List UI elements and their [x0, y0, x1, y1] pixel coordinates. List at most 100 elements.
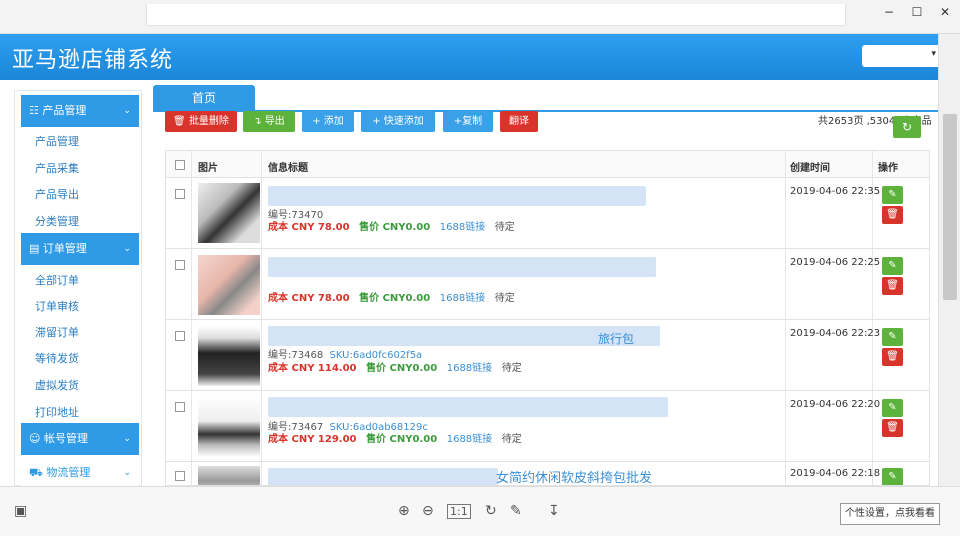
- app-title: 亚马逊店铺系统: [12, 48, 174, 73]
- quick-add-button[interactable]: + 快速添加: [361, 111, 435, 132]
- status: 待定: [501, 434, 522, 445]
- export-button[interactable]: ↴ 导出: [243, 111, 295, 132]
- created-date: 2019-04-06 22:25: [790, 257, 881, 268]
- source-link[interactable]: 1688链接: [440, 293, 485, 304]
- row-checkbox[interactable]: [175, 402, 185, 412]
- sidebar-item-product-export[interactable]: 产品导出: [35, 186, 79, 202]
- product-thumbnail[interactable]: [198, 326, 260, 386]
- sidebar-item-print-address[interactable]: 打印地址: [35, 404, 79, 420]
- trash-icon: 🗑: [173, 116, 186, 127]
- cost: 成本 CNY 114.00: [268, 363, 357, 374]
- sidebar-item-held-orders[interactable]: 滞留订单: [35, 324, 79, 340]
- product-title-blurred[interactable]: [268, 468, 498, 485]
- source-link[interactable]: 1688链接: [440, 222, 485, 233]
- source-link[interactable]: 1688链接: [447, 434, 492, 445]
- zoom-in-icon[interactable]: ⊕: [398, 503, 410, 519]
- grid-icon: ☷: [29, 104, 43, 117]
- product-title-blurred[interactable]: [268, 397, 668, 417]
- add-button[interactable]: + 添加: [302, 111, 354, 132]
- select-all-checkbox[interactable]: [175, 160, 185, 170]
- close-icon[interactable]: ✕: [936, 4, 954, 20]
- plus-icon: +: [372, 116, 381, 127]
- created-date: 2019-04-06 22:18: [790, 468, 881, 479]
- product-thumbnail[interactable]: [198, 255, 260, 315]
- product-thumbnail[interactable]: [198, 466, 260, 485]
- edit-icon[interactable]: ✎: [882, 186, 903, 204]
- product-title-blurred[interactable]: [268, 257, 656, 277]
- sidebar-item-product-collect[interactable]: 产品采集: [35, 160, 79, 176]
- product-meta: 成本 CNY 78.00 售价 CNY0.00 1688链接 待定: [268, 218, 515, 233]
- edit-icon[interactable]: ✎: [882, 399, 903, 417]
- maximize-icon[interactable]: ☐: [908, 4, 926, 20]
- sidebar-group-products[interactable]: ☷ 产品管理 ⌄: [21, 95, 139, 127]
- trash-icon[interactable]: 🗑: [882, 277, 903, 295]
- sidebar-group-logistics[interactable]: ⛟ 物流管理 ⌄: [21, 457, 139, 489]
- monitor-icon[interactable]: ▣: [14, 503, 27, 519]
- sidebar-group-orders[interactable]: ▤ 订单管理 ⌄: [21, 233, 139, 265]
- cost: 成本 CNY 78.00: [268, 293, 350, 304]
- plus-icon: +: [312, 116, 321, 127]
- product-title-blurred[interactable]: [268, 186, 646, 206]
- scrollbar-thumb[interactable]: [943, 114, 957, 300]
- sidebar-item-virtual-ship[interactable]: 虚拟发货: [35, 377, 79, 393]
- header-title: 信息标题: [268, 163, 308, 174]
- tab-home[interactable]: 首页: [153, 85, 255, 111]
- chevron-down-icon: ⌄: [123, 468, 131, 478]
- row-checkbox[interactable]: [175, 260, 185, 270]
- translate-button[interactable]: 翻译: [500, 111, 538, 132]
- user-dropdown[interactable]: ▾: [862, 45, 942, 67]
- price: 售价 CNY0.00: [359, 293, 431, 304]
- user-icon: ☺: [29, 432, 44, 445]
- header-created: 创建时间: [790, 163, 830, 174]
- trash-icon[interactable]: 🗑: [882, 348, 903, 366]
- sidebar-item-order-review[interactable]: 订单审核: [35, 298, 79, 314]
- product-title-tail[interactable]: 旅行包: [598, 330, 634, 347]
- doc-icon: ▤: [29, 242, 43, 255]
- rotate-icon[interactable]: ↻: [485, 503, 497, 519]
- sidebar: ☷ 产品管理 ⌄ 产品管理 产品采集 产品导出 分类管理 ▤ 订单管理 ⌄ 全部…: [14, 90, 142, 489]
- trash-icon[interactable]: 🗑: [882, 419, 903, 437]
- minimize-icon[interactable]: −: [880, 4, 898, 20]
- zoom-out-icon[interactable]: ⊖: [422, 503, 434, 519]
- status: 待定: [501, 363, 522, 374]
- price: 售价 CNY0.00: [366, 434, 438, 445]
- batch-delete-button[interactable]: 🗑 批量删除: [165, 111, 237, 132]
- edit-icon[interactable]: ✎: [882, 257, 903, 275]
- header-image: 图片: [198, 163, 218, 174]
- sidebar-item-all-orders[interactable]: 全部订单: [35, 272, 79, 288]
- sidebar-group-accounts[interactable]: ☺ 帐号管理 ⌄: [21, 423, 139, 455]
- product-meta: 成本 CNY 114.00 售价 CNY0.00 1688链接 待定: [268, 359, 522, 374]
- source-link[interactable]: 1688链接: [447, 363, 492, 374]
- sidebar-item-awaiting-ship[interactable]: 等待发货: [35, 350, 79, 366]
- row-checkbox[interactable]: [175, 471, 185, 481]
- refresh-icon[interactable]: ↻: [893, 116, 921, 138]
- edit-icon[interactable]: ✎: [882, 328, 903, 346]
- table-row: 女简约休闲软皮斜挎包批发 2019-04-06 22:18 ✎: [166, 462, 929, 485]
- copy-button[interactable]: +复制: [443, 111, 493, 132]
- download-icon[interactable]: ↧: [548, 503, 560, 519]
- edit-icon[interactable]: ✎: [882, 468, 903, 485]
- table-row: 编号:73470 成本 CNY 78.00 售价 CNY0.00 1688链接 …: [166, 178, 929, 249]
- address-bar[interactable]: [146, 4, 846, 26]
- sidebar-item-product-manage[interactable]: 产品管理: [35, 133, 79, 149]
- chevron-down-icon: ⌄: [123, 244, 131, 254]
- product-thumbnail[interactable]: [198, 183, 260, 243]
- product-meta: 成本 CNY 129.00 售价 CNY0.00 1688链接 待定: [268, 430, 522, 445]
- sidebar-item-category[interactable]: 分类管理: [35, 213, 79, 229]
- product-title-tail[interactable]: 女简约休闲软皮斜挎包批发: [496, 467, 652, 485]
- row-checkbox[interactable]: [175, 189, 185, 199]
- table-row: 编号:73467 SKU:6ad0ab68129c 成本 CNY 129.00 …: [166, 391, 929, 462]
- cost: 成本 CNY 78.00: [268, 222, 350, 233]
- price: 售价 CNY0.00: [359, 222, 431, 233]
- actual-size-icon[interactable]: 1:1: [447, 504, 471, 519]
- product-meta: 成本 CNY 78.00 售价 CNY0.00 1688链接 待定: [268, 289, 515, 304]
- chevron-down-icon: ▾: [931, 49, 936, 59]
- pen-icon[interactable]: ✎: [510, 503, 522, 519]
- trash-icon[interactable]: 🗑: [882, 206, 903, 224]
- created-date: 2019-04-06 22:35: [790, 186, 881, 197]
- row-checkbox[interactable]: [175, 331, 185, 341]
- product-thumbnail[interactable]: [198, 397, 260, 457]
- vertical-scrollbar[interactable]: [938, 34, 960, 486]
- product-table: 图片 信息标题 创建时间 操作 编号:73470 成本 CNY 78.00 售价…: [165, 150, 930, 486]
- personalize-tooltip[interactable]: 个性设置，点我看看: [840, 503, 940, 525]
